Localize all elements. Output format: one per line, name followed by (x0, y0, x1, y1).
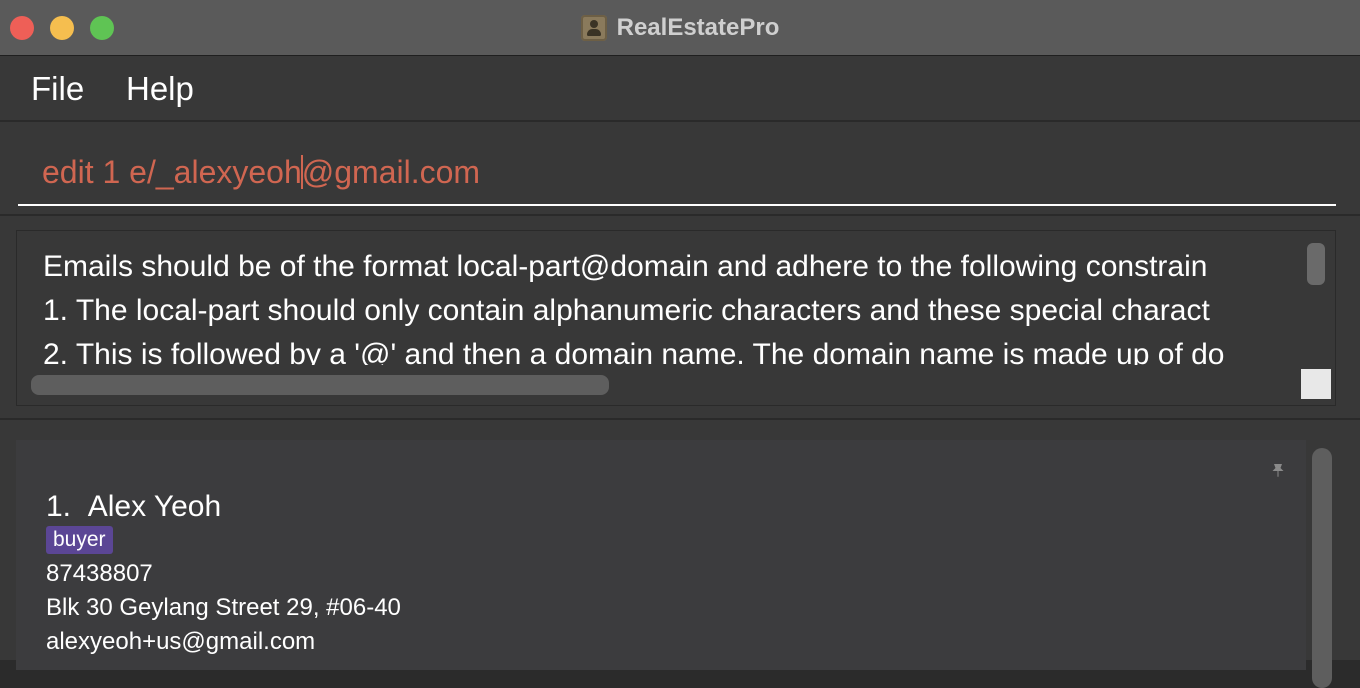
person-address: Blk 30 Geylang Street 29, #06-40 (46, 594, 401, 621)
scroll-corner (1301, 369, 1331, 399)
window-title-group: RealEstatePro (0, 0, 1360, 56)
contacts-app-icon (580, 15, 607, 41)
person-email: alexyeoh+us@gmail.com (46, 628, 316, 655)
person-phone: 87438807 (46, 560, 153, 587)
person-list-scrollbar[interactable] (1312, 448, 1332, 688)
person-index: 1. (46, 490, 72, 523)
result-vertical-scrollbar[interactable] (1307, 243, 1325, 285)
result-line: 1. The local-part should only contain al… (43, 294, 1210, 327)
pin-icon (1272, 464, 1284, 477)
person-card[interactable]: 1. Alex Yeoh buyer 87438807 Blk 30 Geyla… (16, 440, 1306, 670)
title-bar[interactable]: RealEstatePro (0, 0, 1360, 56)
menu-file[interactable]: File (31, 70, 84, 108)
result-line: Emails should be of the format local-par… (43, 250, 1208, 283)
tag-badge: buyer (46, 526, 113, 554)
command-text-after-caret: @gmail.com (301, 154, 481, 190)
result-panel: Emails should be of the format local-par… (0, 216, 1360, 420)
menu-help[interactable]: Help (126, 70, 194, 108)
person-name: 1. Alex Yeoh (46, 490, 221, 524)
result-display[interactable]: Emails should be of the format local-par… (16, 230, 1336, 406)
command-text-before-caret: edit 1 e/_alexyeoh (42, 154, 302, 190)
command-panel: edit 1 e/_alexyeoh@gmail.com (0, 122, 1360, 216)
command-text: edit 1 e/_alexyeoh@gmail.com (42, 154, 480, 191)
result-line: 2. This is followed by a '@' and then a … (43, 338, 1225, 365)
person-list-panel: 1. Alex Yeoh buyer 87438807 Blk 30 Geyla… (0, 420, 1360, 688)
window-title: RealEstatePro (616, 14, 780, 41)
person-name-text: Alex Yeoh (87, 490, 222, 523)
result-horizontal-scrollbar[interactable] (31, 375, 609, 395)
menu-bar: File Help (0, 56, 1360, 122)
result-text: Emails should be of the format local-par… (43, 245, 1301, 365)
command-input[interactable]: edit 1 e/_alexyeoh@gmail.com (18, 140, 1336, 206)
